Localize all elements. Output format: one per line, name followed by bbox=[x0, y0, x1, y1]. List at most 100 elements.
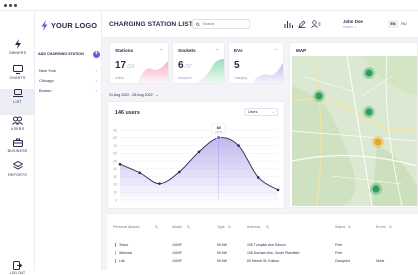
user-role: Owner ⌄ bbox=[343, 25, 373, 29]
bolt-icon bbox=[14, 39, 21, 49]
window-chrome bbox=[0, 0, 418, 11]
icon-rail: OWNERS CHARTS LIST USERS BUSINESS REPORT… bbox=[0, 11, 35, 275]
cell-status: Free bbox=[335, 243, 343, 247]
column-header[interactable]: Type bbox=[217, 225, 225, 229]
data-point bbox=[118, 162, 122, 166]
pencil-icon[interactable] bbox=[298, 20, 306, 28]
cell-address: 60 Hemet St, Edison bbox=[247, 259, 280, 263]
cell-model: 1000F bbox=[172, 251, 182, 255]
date-range-picker[interactable]: 01 Aug 2022 - 08 Aug 2022 ⌄ bbox=[109, 93, 159, 97]
cell-address: 108 Durham Ave, South Plainfield bbox=[247, 251, 300, 255]
data-point bbox=[138, 171, 142, 175]
table-row[interactable]: Tesco 1000F 50 kW 196 Turnpike Ave Ediso… bbox=[107, 241, 418, 249]
data-point bbox=[276, 188, 280, 192]
tooltip-label: users bbox=[215, 129, 222, 133]
sort-icon[interactable]: ⇅ bbox=[348, 225, 351, 229]
user-name: John Doe bbox=[343, 19, 364, 24]
sort-icon[interactable]: ⇅ bbox=[266, 225, 269, 229]
column-header[interactable]: Status bbox=[335, 225, 345, 229]
tooltip-point bbox=[216, 135, 222, 141]
window-dot[interactable] bbox=[9, 4, 12, 7]
cell-status: Free bbox=[335, 251, 343, 255]
color-swatch bbox=[115, 243, 117, 247]
more-icon[interactable]: ··· bbox=[160, 47, 164, 53]
cell-alias: Tesco bbox=[119, 243, 129, 247]
y-tick-label: 50 bbox=[113, 159, 117, 163]
city-label: Chicago bbox=[39, 78, 54, 83]
y-tick-label: 0 bbox=[115, 198, 117, 202]
add-charging-station-button[interactable]: ADD CHARGING STATION + bbox=[38, 49, 100, 59]
y-tick-label: 70 bbox=[113, 144, 117, 148]
rail-item-owners[interactable]: OWNERS bbox=[0, 39, 35, 65]
bar-chart-icon[interactable] bbox=[284, 20, 293, 28]
stat-card-evs: EVs ··· 5 charging bbox=[228, 42, 284, 84]
city-item[interactable]: Chicago › bbox=[39, 76, 97, 85]
bolt-logo-icon bbox=[41, 19, 48, 31]
y-tick-label: 10 bbox=[113, 191, 117, 195]
stat-wave-graphic bbox=[198, 59, 224, 83]
cell-model: 1000F bbox=[172, 259, 182, 263]
cell-type: 50 kW bbox=[217, 243, 227, 247]
sort-icon[interactable]: ⇅ bbox=[228, 225, 231, 229]
color-swatch bbox=[115, 259, 117, 263]
cell-errors: None bbox=[376, 259, 385, 263]
search-input[interactable] bbox=[203, 22, 249, 26]
cell-alias: Lidl bbox=[119, 259, 125, 263]
chevron-right-icon: › bbox=[95, 88, 97, 93]
window-dot[interactable] bbox=[4, 4, 7, 7]
search-icon bbox=[196, 22, 200, 26]
stat-number: 6 bbox=[178, 60, 184, 71]
rail-label: LIST bbox=[13, 100, 22, 104]
users-area-chart: 010203040506070809080users bbox=[113, 123, 280, 202]
lang-en-button[interactable]: EN bbox=[388, 20, 398, 28]
date-range-text: 01 Aug 2022 - 08 Aug 2022 bbox=[109, 93, 153, 97]
plus-icon: + bbox=[93, 50, 100, 58]
y-tick-label: 60 bbox=[113, 152, 117, 156]
stat-number: 17 bbox=[115, 60, 127, 71]
rail-label: USERS bbox=[10, 127, 25, 131]
city-item[interactable]: Boston › bbox=[39, 86, 97, 95]
column-header[interactable]: Model bbox=[172, 225, 182, 229]
stat-title: Sockets bbox=[178, 48, 196, 53]
more-icon[interactable]: ··· bbox=[216, 47, 220, 53]
sort-icon[interactable]: ⇅ bbox=[389, 225, 392, 229]
cell-type: 50 kW bbox=[217, 251, 227, 255]
stat-label: charging bbox=[234, 76, 248, 80]
rail-item-list[interactable]: LIST bbox=[0, 89, 35, 115]
table-row[interactable]: Walmart 1000F 50 kW 108 Durham Ave, Sout… bbox=[107, 249, 418, 257]
cell-model: 1000F bbox=[172, 243, 182, 247]
y-tick-label: 90 bbox=[113, 128, 117, 132]
sort-icon[interactable]: ⇅ bbox=[155, 225, 158, 229]
y-tick-label: 40 bbox=[113, 167, 117, 171]
users-chart-card: 146 users Users ⌄ 0 10 20 30 40 50 60 70 80 90 80 u… bbox=[107, 101, 285, 209]
cell-address: 196 Turnpike Ave Edison bbox=[247, 243, 286, 247]
column-header[interactable]: Errors bbox=[376, 225, 386, 229]
data-point bbox=[177, 170, 181, 174]
y-tick-label: 20 bbox=[113, 183, 117, 187]
chevron-right-icon: › bbox=[95, 78, 97, 83]
user-settings-icon[interactable] bbox=[311, 20, 321, 28]
layers-icon bbox=[12, 161, 23, 170]
logo[interactable]: YOUR LOGO bbox=[41, 19, 97, 31]
rail-label: OWNERS bbox=[8, 51, 27, 55]
city-item[interactable]: New York › bbox=[39, 66, 97, 75]
cell-status: Occupied bbox=[335, 259, 350, 263]
page-title: CHARGING STATION LIST bbox=[109, 21, 193, 28]
city-label: Boston bbox=[39, 88, 52, 93]
stat-total: /37 bbox=[184, 64, 192, 70]
station-map[interactable] bbox=[292, 56, 417, 206]
cell-type: 50 kW bbox=[217, 259, 227, 263]
table-row[interactable]: Lidl 1000F 50 kW 60 Hemet St, Edison Occ… bbox=[107, 257, 418, 265]
more-icon[interactable]: ··· bbox=[275, 47, 279, 53]
sort-icon[interactable]: ⇅ bbox=[187, 225, 190, 229]
user-menu[interactable]: John Doe Owner ⌄ bbox=[343, 19, 373, 29]
column-header[interactable]: Address bbox=[247, 225, 260, 229]
window-dot[interactable] bbox=[14, 4, 17, 7]
logout-button[interactable]: LOG OUT bbox=[0, 261, 35, 275]
stat-card-sockets: Sockets ··· 6/37 occupied bbox=[172, 42, 225, 84]
lang-ru-button[interactable]: RU bbox=[399, 20, 409, 28]
rail-item-charts[interactable]: CHARTS bbox=[0, 65, 35, 91]
rail-item-reports[interactable]: REPORTS bbox=[0, 161, 35, 187]
stat-wave-graphic bbox=[255, 63, 283, 83]
column-header[interactable]: Personal Aliases bbox=[113, 225, 140, 229]
